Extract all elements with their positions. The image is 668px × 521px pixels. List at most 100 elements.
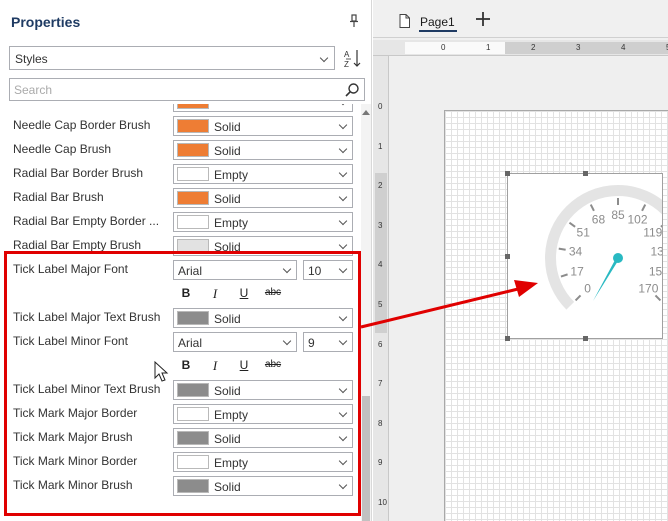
brush-dropdown[interactable]: Solid <box>173 380 353 400</box>
font-family-dropdown[interactable]: Arial <box>173 332 297 352</box>
ruler-h-label: 4 <box>621 43 626 52</box>
brush-dropdown[interactable]: Solid <box>173 140 353 160</box>
add-page-icon[interactable] <box>474 10 492 28</box>
property-label: Radial Bar Empty Border ... <box>13 214 160 228</box>
tab-page1[interactable]: Page1 <box>389 8 469 34</box>
brush-dropdown[interactable]: Empty <box>173 452 353 472</box>
search-input[interactable] <box>10 79 330 100</box>
property-row: Tick Label Minor Text Brush Solid <box>0 378 360 402</box>
font-size-value: 9 <box>308 336 315 350</box>
color-swatch <box>177 383 209 397</box>
font-size-value: 10 <box>308 264 322 278</box>
brush-dropdown[interactable]: Solid <box>173 188 353 208</box>
brush-dropdown[interactable]: Empty <box>173 212 353 232</box>
scroll-thumb[interactable] <box>362 396 370 521</box>
property-row: Tick Mark Major Border Empty <box>0 402 360 426</box>
gauge-tick-label: 153 <box>649 264 663 278</box>
brush-dropdown[interactable]: Empty <box>173 404 353 424</box>
scroll-up-arrow-icon[interactable] <box>362 110 370 115</box>
chevron-down-icon <box>338 240 348 250</box>
chevron-down-icon <box>338 432 348 442</box>
brush-value: Solid <box>214 384 241 398</box>
resize-handle-bl[interactable] <box>505 336 510 341</box>
property-row: Needle Cap Border Brush Solid <box>0 114 360 138</box>
ruler-v-track <box>375 173 387 333</box>
pin-icon[interactable] <box>349 14 359 28</box>
property-row: Needle Cap Brush Solid <box>0 138 360 162</box>
chevron-down-icon <box>338 104 348 106</box>
property-row: Radial Bar Empty Brush Solid <box>0 234 360 258</box>
brush-dropdown[interactable]: Empty <box>173 164 353 184</box>
brush-dropdown[interactable]: Solid <box>173 116 353 136</box>
chevron-down-icon <box>338 456 348 466</box>
chevron-down-icon <box>338 264 348 274</box>
brush-dropdown[interactable]: Solid <box>173 428 353 448</box>
property-scrollbar[interactable] <box>361 104 371 521</box>
chevron-down-icon <box>338 120 348 130</box>
ruler-h-label: 1 <box>486 43 491 52</box>
chevron-down-icon <box>338 336 348 346</box>
font-family-value: Arial <box>178 264 203 278</box>
color-swatch <box>177 479 209 493</box>
gauge-tick-label: 119 <box>643 226 662 240</box>
italic-button[interactable]: I <box>206 358 224 374</box>
gauge-major-tick <box>654 294 662 302</box>
color-swatch <box>177 119 209 133</box>
gauge-tick-label: 170 <box>638 281 658 295</box>
ruler-v-label: 10 <box>378 498 387 507</box>
resize-handle-tl[interactable] <box>505 171 510 176</box>
property-row <box>0 104 360 114</box>
italic-button[interactable]: I <box>206 286 224 302</box>
underline-button[interactable]: U <box>235 286 253 300</box>
font-size-dropdown[interactable]: 9 <box>303 332 353 352</box>
svg-text:Z: Z <box>344 60 349 69</box>
resize-handle-bm[interactable] <box>583 336 588 341</box>
brush-dropdown[interactable]: Solid <box>173 308 353 328</box>
styles-dropdown[interactable]: Styles <box>9 46 335 70</box>
color-swatch <box>177 239 209 253</box>
chevron-down-icon <box>319 53 329 63</box>
chevron-down-icon <box>338 480 348 490</box>
search-field[interactable] <box>9 78 365 101</box>
ruler-h-label: 2 <box>531 43 536 52</box>
gauge-tick-label: 136 <box>650 244 663 258</box>
resize-handle-ml[interactable] <box>505 254 510 259</box>
brush-value: Solid <box>214 120 241 134</box>
bold-button[interactable]: B <box>177 358 195 372</box>
brush-value: Solid <box>214 480 241 494</box>
brush-value: Solid <box>214 192 241 206</box>
font-size-dropdown[interactable]: 10 <box>303 260 353 280</box>
radial-gauge[interactable]: 017 34 5168 85102119 136 153 170 <box>507 173 663 339</box>
property-label: Tick Mark Major Brush <box>13 430 133 444</box>
sort-alphabetical-icon[interactable]: A Z <box>341 46 365 70</box>
gauge-major-tick <box>568 221 576 228</box>
ruler-v-label: 7 <box>378 379 383 389</box>
vertical-ruler: 0 1 2 3 4 5 6 7 8 9 10 <box>373 56 389 521</box>
resize-handle-tm[interactable] <box>583 171 588 176</box>
strikethrough-button[interactable]: abc <box>261 359 285 370</box>
page-icon <box>399 14 410 28</box>
font-family-dropdown[interactable]: Arial <box>173 260 297 280</box>
brush-dropdown[interactable]: Solid <box>173 236 353 256</box>
brush-value: Empty <box>214 456 249 470</box>
search-icon[interactable] <box>344 82 360 98</box>
tab-page1-label: Page1 <box>420 15 455 29</box>
property-label: Radial Bar Brush <box>13 190 104 204</box>
design-canvas[interactable]: 017 34 5168 85102119 136 153 170 <box>389 57 668 521</box>
underline-button[interactable]: U <box>235 358 253 372</box>
chevron-down-icon <box>338 312 348 322</box>
styles-dropdown-value: Styles <box>15 52 48 66</box>
color-swatch <box>177 455 209 469</box>
page-tab-strip: Page1 <box>373 0 668 38</box>
strikethrough-button[interactable]: abc <box>261 287 285 298</box>
ruler-v-label: 5 <box>378 300 383 309</box>
property-row: Tick Label Major Text Brush Solid <box>0 306 360 330</box>
brush-dropdown[interactable]: Solid <box>173 476 353 496</box>
brush-dropdown[interactable] <box>173 104 353 112</box>
ruler-v-label: 3 <box>378 220 383 230</box>
bold-button[interactable]: B <box>177 286 195 300</box>
properties-panel: Properties Styles A Z Needle Cap Border … <box>0 0 372 521</box>
brush-value: Solid <box>214 432 241 446</box>
font-style-buttons: B I Uabc <box>173 282 353 306</box>
color-swatch <box>177 143 209 157</box>
